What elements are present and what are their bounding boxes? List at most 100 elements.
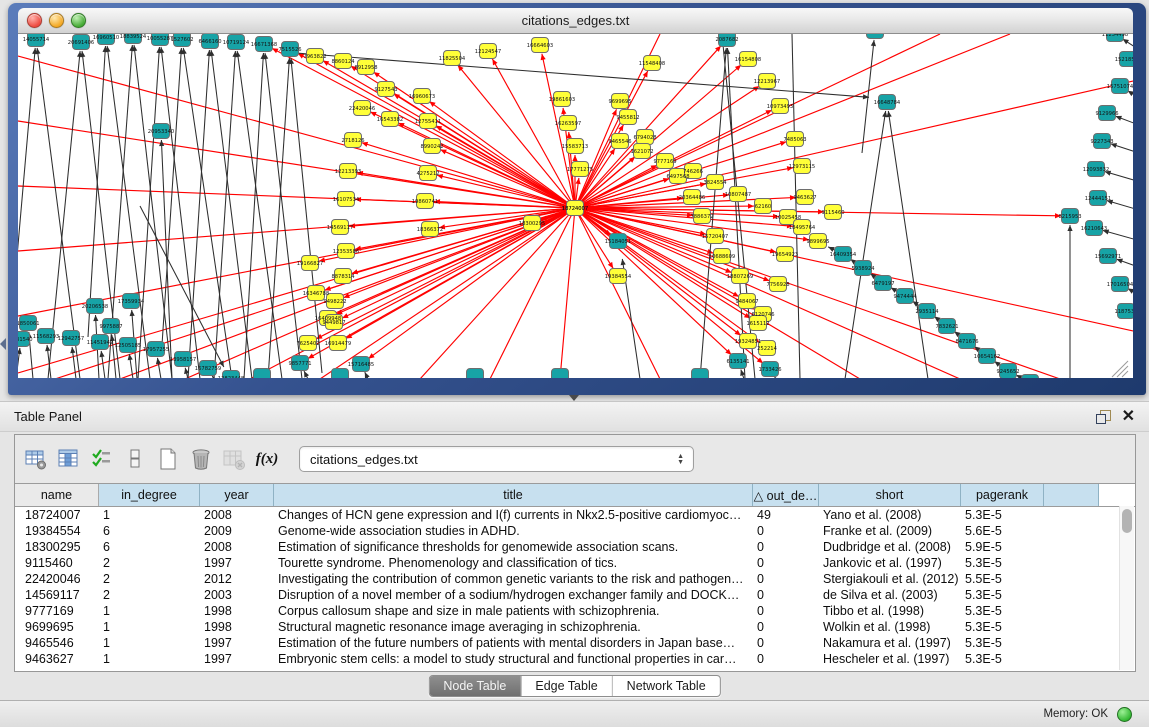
graph-node-label: 12124547 <box>475 49 501 55</box>
table-selector-dropdown[interactable]: citations_edges.txt ▲▼ <box>299 446 694 472</box>
graph-node-label: 8215953 <box>1058 214 1081 220</box>
cell-short: Tibbo et al. (1998) <box>819 603 961 619</box>
graph-node-label: 10055287 <box>147 36 173 42</box>
cell-year: 1998 <box>200 619 274 635</box>
graph-node-label: 6120746 <box>751 312 774 318</box>
graph-node-label: 9857771 <box>288 361 311 367</box>
graph-node-label: 12755411 <box>415 119 441 125</box>
table-row[interactable]: 1830029562008Estimation of significance … <box>15 539 1135 555</box>
table-options-button[interactable] <box>21 444 51 474</box>
network-window-titlebar[interactable]: citations_edges.txt <box>18 8 1133 34</box>
graph-node-label: 16782759 <box>195 366 221 372</box>
graph-node-label: 252214 <box>757 346 778 352</box>
table-body: 1872400712008Changes of HCN gene express… <box>15 507 1135 667</box>
memory-ok-icon[interactable] <box>1117 707 1132 722</box>
graph-node[interactable] <box>467 369 484 379</box>
cell-pagerank: 5.3E-5 <box>961 635 1044 651</box>
graph-node-label: 16346788 <box>303 291 329 297</box>
graph-node-label: 7963822 <box>303 54 326 60</box>
table-row[interactable]: 1872400712008Changes of HCN gene express… <box>15 507 1135 523</box>
graph-node[interactable] <box>332 369 349 379</box>
tab-edge-table[interactable]: Edge Table <box>521 676 612 696</box>
graph-node-label: 18300295 <box>519 221 545 227</box>
column-header-title[interactable]: title <box>274 484 753 506</box>
graph-node-label: 22420046 <box>349 106 375 112</box>
graph-node-label: 20691406 <box>68 40 94 46</box>
table-row[interactable]: 946554611997Estimation of the future num… <box>15 635 1135 651</box>
graph-node-label: 9899695 <box>806 239 829 245</box>
graph-node-label: 9331540 <box>18 337 33 343</box>
graph-node-label: 19861603 <box>549 97 575 103</box>
float-panel-icon[interactable] <box>1096 410 1110 424</box>
table-row[interactable]: 1456911722003Disruption of a novel membe… <box>15 587 1135 603</box>
graph-node-label: 20206538 <box>82 304 108 310</box>
show-columns-button[interactable] <box>54 444 84 474</box>
column-header-name[interactable]: name <box>15 484 99 506</box>
graph-node[interactable] <box>552 369 569 379</box>
cell-in_degree: 2 <box>99 571 200 587</box>
table-row[interactable]: 2242004622012Investigating the contribut… <box>15 571 1135 587</box>
delete-columns-button[interactable] <box>219 444 249 474</box>
graph-node-label: 1850061 <box>18 321 40 327</box>
table-row[interactable]: 969969511998Structural magnetic resonanc… <box>15 619 1135 635</box>
graph-node-label: 11825504 <box>439 56 466 62</box>
column-header-year[interactable]: year <box>200 484 274 506</box>
graph-node-label: 17957255 <box>143 347 169 353</box>
row-height-button[interactable] <box>120 444 150 474</box>
cell-name: 18724007 <box>15 507 99 523</box>
graph-node-label: 746266 <box>683 169 703 175</box>
graph-node-label: 16154808 <box>735 57 761 63</box>
graph-node-label: 17359934 <box>118 299 145 305</box>
cell-name: 9777169 <box>15 603 99 619</box>
scrollbar-thumb[interactable] <box>1122 509 1132 533</box>
graph-node-label: 7886372 <box>690 214 713 220</box>
graph-node[interactable] <box>1022 375 1039 379</box>
cell-title: Embryonic stem cells: a model to study s… <box>274 651 753 667</box>
cell-title: Changes of HCN gene expression and I(f) … <box>274 507 753 523</box>
delete-table-button[interactable] <box>186 444 216 474</box>
cell-pagerank: 5.3E-5 <box>961 651 1044 667</box>
close-panel-icon[interactable]: ✕ <box>1122 410 1135 424</box>
graph-node-label: 15218506 <box>1115 57 1133 63</box>
column-header-△ out_de…[interactable]: △ out_de… <box>753 484 819 506</box>
cell-△ out_de…: 0 <box>753 523 819 539</box>
graph-node-label: 6794028 <box>633 135 656 141</box>
column-header-in_degree[interactable]: in_degree <box>99 484 200 506</box>
graph-node-label: 16960510 <box>93 35 119 41</box>
cell-in_degree: 1 <box>99 651 200 667</box>
column-header-pagerank[interactable]: pagerank <box>961 484 1044 506</box>
tab-network-table[interactable]: Network Table <box>613 676 720 696</box>
column-header-blank[interactable] <box>1044 484 1099 506</box>
table-row[interactable]: 1938455462009Genome-wide association stu… <box>15 523 1135 539</box>
column-header-short[interactable]: short <box>819 484 961 506</box>
function-builder-button[interactable]: f(x) <box>252 444 282 474</box>
cell-short: Franke et al. (2009) <box>819 523 961 539</box>
graph-node-label: 9227343 <box>1090 139 1113 145</box>
network-canvas[interactable]: 1405571420691406169605101883952410055287… <box>18 34 1133 378</box>
table-header-row: namein_degreeyeartitle△ out_de…shortpage… <box>15 483 1135 507</box>
graph-node-label: 15751074 <box>1107 84 1133 90</box>
graph-node-label: 10973493 <box>767 104 793 110</box>
graph-node-label: 16107534 <box>333 197 360 203</box>
graph-node-label: 16648784 <box>874 100 901 106</box>
graph-node[interactable] <box>692 369 709 379</box>
table-row[interactable]: 977716911998Corpus callosum shape and si… <box>15 603 1135 619</box>
graph-node-label: 11254498 <box>1102 34 1128 38</box>
create-table-button[interactable] <box>153 444 183 474</box>
graph-node-label: 9127543 <box>374 87 397 93</box>
graph-node-label: 1187533 <box>1114 309 1133 315</box>
graph-node-label: 7515526 <box>278 47 301 53</box>
tab-node-table[interactable]: Node Table <box>429 676 521 696</box>
cell-△ out_de…: 0 <box>753 571 819 587</box>
left-splitter-arrow-icon[interactable] <box>0 338 6 350</box>
graph-node-label: 8860124 <box>331 59 355 65</box>
graph-node[interactable] <box>254 369 271 379</box>
table-row[interactable]: 911546021997Tourette syndrome. Phenomeno… <box>15 555 1135 571</box>
graph-node-label: 1621072 <box>630 149 653 155</box>
vertical-scrollbar[interactable] <box>1119 506 1134 670</box>
graph-node-label: 11548408 <box>639 61 665 67</box>
graph-node-label: 7625402 <box>296 341 319 347</box>
cell-year: 1998 <box>200 603 274 619</box>
select-columns-button[interactable] <box>87 444 117 474</box>
table-row[interactable]: 946362711997Embryonic stem cells: a mode… <box>15 651 1135 667</box>
